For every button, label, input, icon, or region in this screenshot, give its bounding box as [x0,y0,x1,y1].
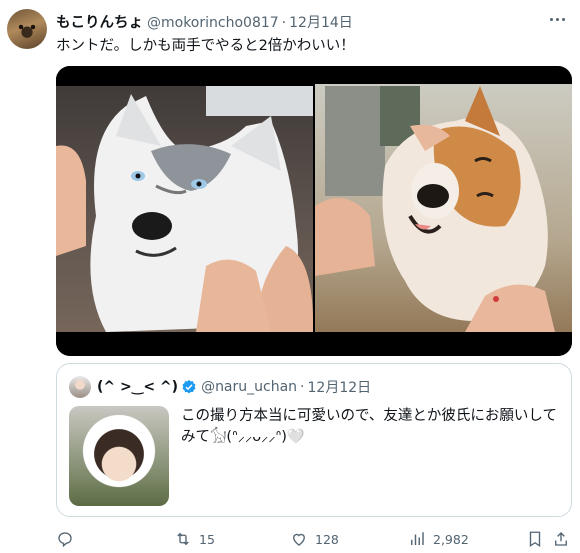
verified-badge-icon [181,379,197,395]
reply-icon [56,530,74,548]
media-grid [56,66,572,356]
like-count: 128 [315,531,339,547]
retweet-icon [174,530,192,548]
author-display-name[interactable]: もこりんちょ [56,11,143,32]
tweet-header: もこりんちょ @mokorincho0817 · 12月14日 [56,11,353,32]
retweet-button[interactable]: 15 [174,530,215,548]
author-handle[interactable]: @mokorincho0817 [147,15,279,31]
like-button[interactable]: 128 [290,530,339,548]
tweet-date[interactable]: 12月14日 [289,12,353,32]
retweet-count: 15 [199,531,215,547]
tweet-action-bar: 15 128 2,982 [56,530,572,550]
quoted-tweet-date[interactable]: 12月12日 [308,377,372,397]
views-button[interactable]: 2,982 [408,530,469,548]
bookmark-button[interactable] [526,530,544,548]
quoted-author-avatar[interactable] [69,376,91,398]
bar-chart-icon [408,530,426,548]
separator-dot: · [281,15,287,31]
reply-button[interactable] [56,530,81,548]
views-count: 2,982 [433,531,469,547]
photo-husky[interactable] [56,66,313,356]
more-options-icon[interactable] [546,8,568,30]
share-icon [552,530,570,548]
photo-akita[interactable] [315,66,572,356]
bookmark-icon [526,530,544,548]
quoted-tweet-card[interactable]: (^ >‿< ^) @naru_uchan · 12月12日 この撮り方本当に可… [56,363,572,517]
quoted-media-thumbnail[interactable] [69,406,169,506]
quoted-tweet-header: (^ >‿< ^) @naru_uchan · 12月12日 [69,376,371,398]
heart-icon [290,530,308,548]
quoted-author-handle[interactable]: @naru_uchan [201,379,297,395]
quoted-author-display-name[interactable]: (^ >‿< ^) [97,379,178,395]
author-avatar[interactable] [7,9,47,49]
quoted-separator-dot: · [300,379,305,395]
tweet-text: ホントだ。しかも両手でやると2倍かわいい！ [56,38,355,54]
share-button[interactable] [552,530,570,548]
quoted-tweet-text: この撮り方本当に可愛いので、友達とか彼氏にお願いしてみて𓃩(ᐢ⸝⸝ᴗ⸝⸝ᐢ)🤍 [181,408,557,445]
